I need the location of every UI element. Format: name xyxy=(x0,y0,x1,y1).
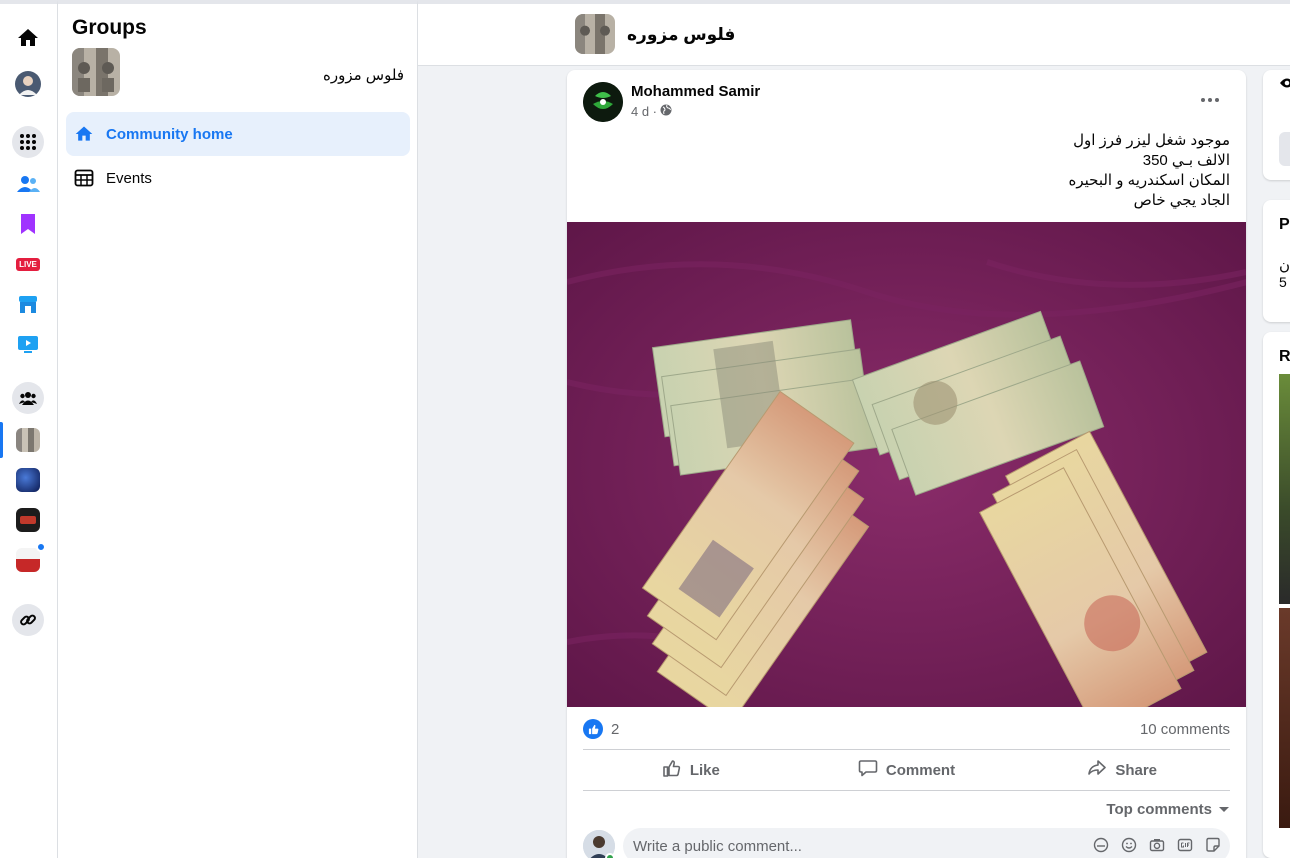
active-indicator xyxy=(0,422,3,458)
thumbs-up-icon xyxy=(662,758,682,782)
reaction-count: 2 xyxy=(611,720,620,738)
comment-input[interactable]: Write a public comment... xyxy=(623,828,1230,858)
groups-sidebar: Groups فلوس مزوره Community home Events xyxy=(58,0,418,858)
comment-sort-dropdown[interactable]: Top comments xyxy=(1106,801,1230,818)
group-header-bar: فلوس مزوره xyxy=(418,0,1290,66)
nav-events-label: Events xyxy=(106,169,152,187)
comment-label: Comment xyxy=(885,761,956,779)
post-line: موجود شغل ليزر فرز اول xyxy=(1073,132,1230,149)
home-icon xyxy=(74,124,94,144)
notification-dot xyxy=(36,542,46,552)
group-header-thumbnail[interactable] xyxy=(575,14,615,54)
post-photo[interactable] xyxy=(567,222,1246,707)
camera-icon[interactable] xyxy=(1148,836,1166,854)
menu-grid-icon[interactable] xyxy=(12,126,44,158)
eye-icon xyxy=(1279,76,1290,94)
post-card: Mohammed Samir 4 d · موجود شغل ليزر فرز … xyxy=(567,70,1246,858)
globe-icon xyxy=(660,104,672,119)
post-body: موجود شغل ليزر فرز اول الالف بـي 350 الم… xyxy=(630,131,1230,211)
link-icon[interactable] xyxy=(12,604,44,636)
sticker-icon[interactable] xyxy=(1204,836,1222,854)
sidebar-title: Groups xyxy=(72,16,147,39)
gif-icon[interactable] xyxy=(1176,836,1194,854)
author-avatar[interactable] xyxy=(583,82,623,122)
comment-placeholder: Write a public comment... xyxy=(633,837,802,855)
header-group-name[interactable]: فلوس مزوره xyxy=(627,25,735,45)
right-card-recent: Re xyxy=(1263,332,1290,858)
live-label: LIVE xyxy=(16,257,40,271)
post-line: الالف بـي 350 xyxy=(1142,152,1230,169)
post-options-button[interactable] xyxy=(1194,88,1226,112)
marketplace-icon[interactable] xyxy=(14,290,42,318)
post-time[interactable]: 4 d · xyxy=(631,104,657,119)
online-status-dot xyxy=(605,853,615,858)
nav-events[interactable]: Events xyxy=(66,156,410,200)
groups-icon[interactable] xyxy=(12,382,44,414)
divider xyxy=(583,790,1230,791)
share-arrow-icon xyxy=(1087,758,1107,782)
right-card-heading: Re xyxy=(1279,348,1290,365)
comment-tools xyxy=(1092,836,1222,854)
right-card-button[interactable] xyxy=(1279,132,1290,166)
group-shortcut-red[interactable] xyxy=(14,542,46,574)
right-card-info: Pe ن 5 xyxy=(1263,200,1290,322)
like-reaction-icon xyxy=(583,719,603,739)
post-meta: 4 d · xyxy=(631,104,672,119)
chevron-down-icon xyxy=(1218,801,1230,818)
post-actions: Like Comment Share xyxy=(583,750,1230,790)
post-line: المكان اسكندريه و البحيره xyxy=(1068,172,1230,189)
avatar-sticker-icon[interactable] xyxy=(1092,836,1110,854)
nav-community-home-label: Community home xyxy=(106,125,233,143)
post-line: الجاد يجي خاص xyxy=(1133,192,1230,209)
recent-media-thumb[interactable] xyxy=(1279,608,1290,828)
right-card-visibility xyxy=(1263,70,1290,180)
comments-count[interactable]: 10 comments xyxy=(1140,721,1230,738)
group-name[interactable]: فلوس مزوره xyxy=(323,66,404,84)
profile-avatar[interactable] xyxy=(14,70,42,98)
home-icon[interactable] xyxy=(14,24,42,52)
comment-button[interactable]: Comment xyxy=(799,750,1015,790)
watch-icon[interactable] xyxy=(14,330,42,358)
reaction-summary[interactable]: 2 xyxy=(583,719,619,739)
right-card-heading: Pe xyxy=(1279,216,1290,233)
icon-rail: LIVE xyxy=(0,0,58,858)
emoji-icon[interactable] xyxy=(1120,836,1138,854)
post-author[interactable]: Mohammed Samir xyxy=(631,83,760,100)
right-card-line: 5 xyxy=(1279,274,1287,290)
group-cover-thumbnail[interactable] xyxy=(72,48,120,96)
friends-icon[interactable] xyxy=(14,170,42,198)
like-label: Like xyxy=(689,761,720,779)
saved-icon[interactable] xyxy=(14,210,42,238)
group-shortcut-blue[interactable] xyxy=(14,466,42,494)
group-shortcut-money[interactable] xyxy=(14,426,42,454)
comment-bubble-icon xyxy=(858,758,878,782)
share-button[interactable]: Share xyxy=(1014,750,1230,790)
right-card-line: ن xyxy=(1279,257,1290,274)
top-comments-label: Top comments xyxy=(1106,801,1212,818)
share-label: Share xyxy=(1115,761,1158,779)
recent-media-thumb[interactable] xyxy=(1279,374,1290,604)
group-shortcut-dark[interactable] xyxy=(14,506,42,534)
live-icon[interactable]: LIVE xyxy=(14,250,42,278)
nav-community-home[interactable]: Community home xyxy=(66,112,410,156)
like-button[interactable]: Like xyxy=(583,750,799,790)
calendar-grid-icon xyxy=(74,168,94,188)
